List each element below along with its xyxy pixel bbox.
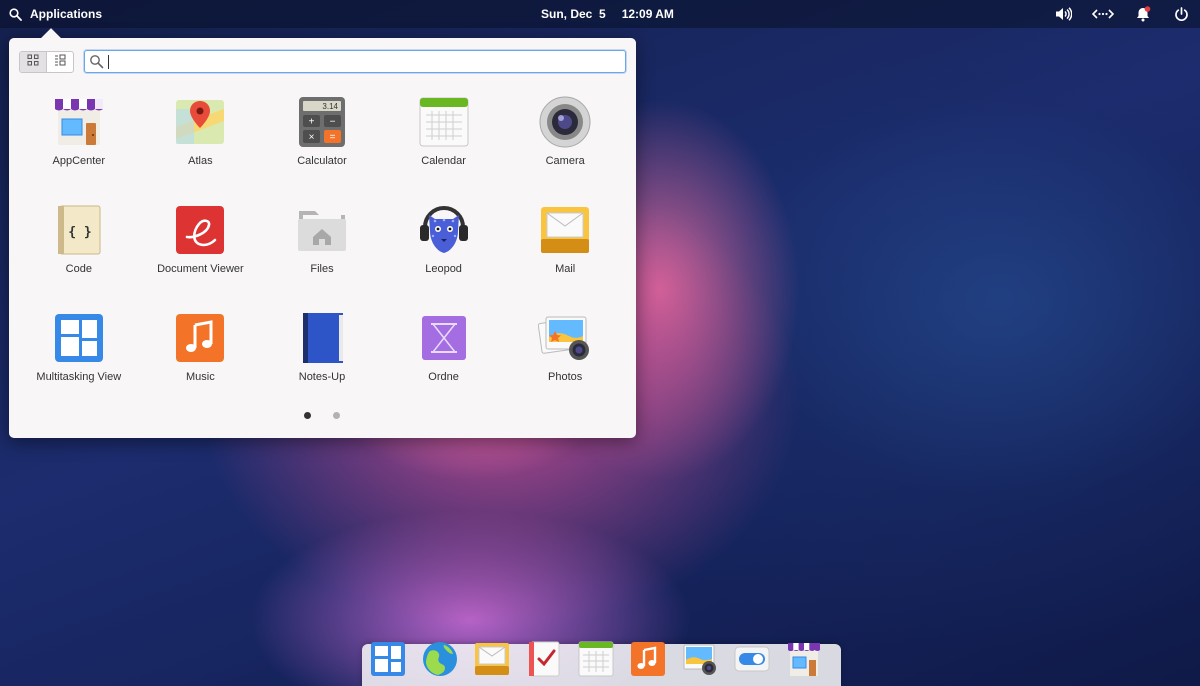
top-panel: Applications Sun, Dec 5 12:09 AM [0, 0, 1200, 28]
app-label: Calendar [421, 155, 466, 167]
app-label: Leopod [425, 263, 462, 275]
app-label: Camera [545, 155, 585, 167]
app-document-viewer[interactable]: Document Viewer [140, 201, 262, 309]
dock-item-mail[interactable] [474, 640, 510, 678]
category-view-icon [54, 53, 66, 71]
time-label: 12:09 AM [621, 7, 674, 21]
calendar-icon [578, 641, 614, 677]
search-icon [6, 5, 24, 23]
network-icon[interactable] [1092, 5, 1114, 23]
dock-item-multitasking-view[interactable] [370, 640, 406, 678]
atlas-map-icon [173, 95, 227, 149]
app-label: AppCenter [52, 155, 106, 167]
folder-icon [295, 203, 349, 257]
photos-icon [683, 644, 716, 675]
power-icon[interactable] [1172, 5, 1190, 23]
svg-text:×: × [309, 132, 315, 143]
volume-icon[interactable] [1054, 5, 1072, 23]
app-mail[interactable]: Mail [504, 201, 626, 309]
grid-view-button[interactable] [20, 52, 47, 72]
app-label: Photos [548, 371, 583, 383]
page-dot-1[interactable] [304, 412, 311, 419]
app-calculator[interactable]: 3.14 + − × = Calculator [261, 93, 383, 201]
app-calendar[interactable]: Calendar [383, 93, 505, 201]
svg-text:−: − [330, 117, 336, 128]
app-appcenter[interactable]: AppCenter [18, 93, 140, 201]
search-icon [89, 54, 104, 74]
ordne-icon [417, 311, 471, 365]
app-files[interactable]: Files [261, 201, 383, 309]
app-ordne[interactable]: Ordne [383, 309, 505, 417]
app-camera[interactable]: Camera [504, 93, 626, 201]
category-view-button[interactable] [47, 52, 73, 72]
app-multitasking-view[interactable]: Multitasking View [18, 309, 140, 417]
app-music[interactable]: Music [140, 309, 262, 417]
music-icon [173, 311, 227, 365]
code-glyph: { } [68, 225, 91, 240]
view-mode-switcher [19, 51, 74, 73]
app-atlas[interactable]: Atlas [140, 93, 262, 201]
app-grid: AppCenter Atlas 3.14 + − × = Calculator … [18, 93, 626, 417]
multitasking-view-icon [371, 642, 405, 676]
dock-item-tasks[interactable] [526, 640, 562, 678]
svg-text:=: = [330, 132, 336, 143]
appcenter-icon [788, 643, 820, 676]
dock-item-music[interactable] [630, 640, 666, 678]
app-notes-up[interactable]: Notes-Up [261, 309, 383, 417]
app-label: Files [310, 263, 334, 275]
document-viewer-icon [173, 203, 227, 257]
applications-label: Applications [30, 7, 103, 21]
app-label: Multitasking View [36, 371, 122, 383]
date-label: Sun, Dec 5 [541, 7, 606, 21]
app-label: Mail [555, 263, 576, 275]
photos-icon [538, 311, 592, 365]
page-dot-2[interactable] [333, 412, 340, 419]
mail-icon [475, 643, 509, 675]
app-label: Calculator [297, 155, 347, 167]
grid-view-icon [27, 53, 39, 71]
mail-icon [538, 203, 592, 257]
search-field[interactable] [84, 50, 626, 73]
notifications-icon[interactable] [1134, 5, 1152, 23]
app-label: Music [186, 371, 215, 383]
dock-item-settings[interactable] [734, 640, 770, 678]
indicators [1054, 0, 1190, 28]
calendar-icon [417, 95, 471, 149]
dock-item-calendar[interactable] [578, 640, 614, 678]
code-icon: { } [52, 203, 106, 257]
appcenter-icon [52, 95, 106, 149]
app-leopod[interactable]: Leopod [383, 201, 505, 309]
settings-icon [734, 646, 770, 672]
page-indicator [304, 412, 340, 419]
calculator-display: 3.14 [322, 102, 338, 111]
camera-icon [538, 95, 592, 149]
multitasking-view-icon [52, 311, 106, 365]
notes-up-icon [295, 311, 349, 365]
app-code[interactable]: { } Code [18, 201, 140, 309]
app-label: Document Viewer [157, 263, 244, 275]
leopod-icon [417, 203, 471, 257]
applications-launcher: AppCenter Atlas 3.14 + − × = Calculator … [9, 28, 636, 438]
app-label: Code [65, 263, 92, 275]
text-cursor [108, 55, 109, 69]
music-icon [631, 642, 665, 676]
tasks-icon [529, 641, 560, 677]
app-photos[interactable]: Photos [504, 309, 626, 417]
app-label: Notes-Up [298, 371, 346, 383]
app-label: Atlas [188, 155, 213, 167]
dock-item-appcenter[interactable] [786, 640, 822, 678]
dock-item-photos[interactable] [682, 640, 718, 678]
svg-text:+: + [309, 117, 315, 128]
datetime-indicator[interactable]: Sun, Dec 5 12:09 AM [541, 0, 674, 28]
popover-arrow [41, 28, 61, 48]
applications-menu-button[interactable]: Applications [6, 0, 102, 28]
dock-item-web-browser[interactable] [422, 640, 458, 678]
web-browser-icon [423, 642, 457, 676]
search-input[interactable] [107, 53, 617, 70]
dock [362, 641, 841, 686]
calculator-icon: 3.14 + − × = [295, 95, 349, 149]
app-label: Ordne [428, 371, 459, 383]
